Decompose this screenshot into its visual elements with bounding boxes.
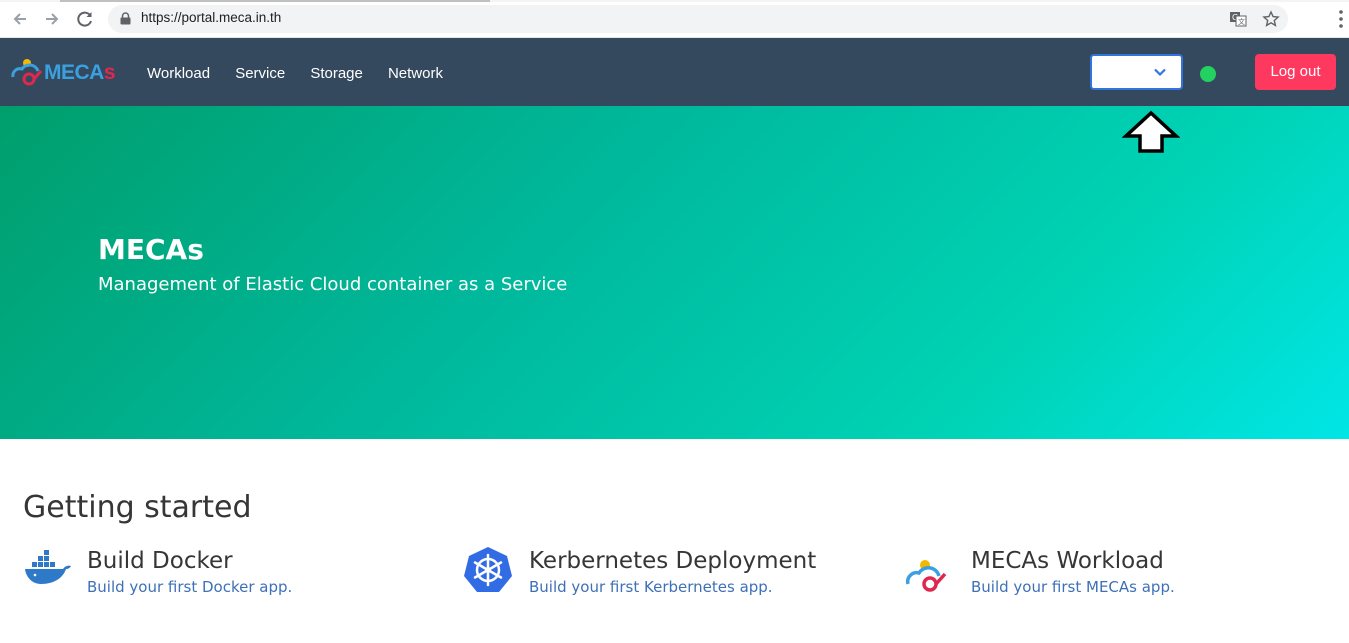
namespace-select[interactable] (1090, 54, 1183, 90)
logo-text: MECAs (44, 61, 116, 85)
status-indicator (1200, 66, 1216, 82)
nav-network[interactable]: Network (388, 65, 443, 82)
logout-button[interactable]: Log out (1255, 54, 1336, 90)
reload-icon[interactable] (74, 8, 96, 30)
app-navbar: MECAs Workload Service Storage Network L… (0, 38, 1349, 106)
card-build-docker[interactable]: Build Docker Build your first Docker app… (23, 546, 423, 606)
logo-wordmark-main: MECA (44, 61, 104, 84)
lock-icon (120, 12, 131, 25)
logo-wordmark-suffix: s (103, 61, 116, 84)
card-subtitle: Build your first Kerbernetes app. (529, 578, 773, 596)
kubernetes-helm-icon (464, 547, 512, 592)
forward-icon[interactable] (41, 8, 63, 30)
up-arrow-annotation-icon (1122, 110, 1180, 153)
card-title: Build Docker (87, 548, 233, 574)
card-subtitle: Build your first MECAs app. (971, 578, 1175, 596)
kebab-menu-icon[interactable] (1339, 10, 1343, 28)
card-kubernetes-deployment[interactable]: Kerbernetes Deployment Build your first … (464, 546, 884, 606)
mecas-logo[interactable]: MECAs (10, 55, 128, 91)
card-title: MECAs Workload (971, 548, 1164, 574)
card-mecas-workload[interactable]: MECAs Workload Build your first MECAs ap… (905, 546, 1325, 606)
back-icon[interactable] (9, 8, 31, 30)
card-subtitle: Build your first Docker app. (87, 578, 293, 596)
getting-started-heading: Getting started (23, 490, 252, 525)
logo-wordmark: MECAs (44, 61, 116, 84)
translate-icon[interactable]: G文 (1229, 10, 1247, 28)
star-icon[interactable] (1262, 10, 1280, 28)
hero-title: MECAs (98, 233, 204, 266)
url-text: https://portal.meca.in.th (141, 10, 282, 25)
hero-subtitle: Management of Elastic Cloud container as… (98, 274, 568, 295)
nav-service[interactable]: Service (235, 65, 285, 82)
mecas-cloud-icon (905, 560, 947, 592)
card-title: Kerbernetes Deployment (529, 548, 817, 574)
address-bar[interactable]: https://portal.meca.in.th G文 (108, 5, 1288, 33)
nav-workload[interactable]: Workload (147, 65, 210, 82)
docker-whale-icon (25, 550, 71, 584)
nav-storage[interactable]: Storage (310, 65, 363, 82)
browser-toolbar: https://portal.meca.in.th G文 (0, 0, 1349, 38)
mecas-logo-icon (11, 59, 43, 86)
hero-banner: MECAs Management of Elastic Cloud contai… (0, 106, 1349, 439)
tab-strip-highlight (60, 0, 490, 2)
svg-text:文: 文 (1238, 17, 1245, 26)
browser-tab-strip-edge (0, 0, 1349, 2)
main-nav: Workload Service Storage Network (147, 63, 463, 82)
chevron-down-icon (1154, 68, 1166, 77)
